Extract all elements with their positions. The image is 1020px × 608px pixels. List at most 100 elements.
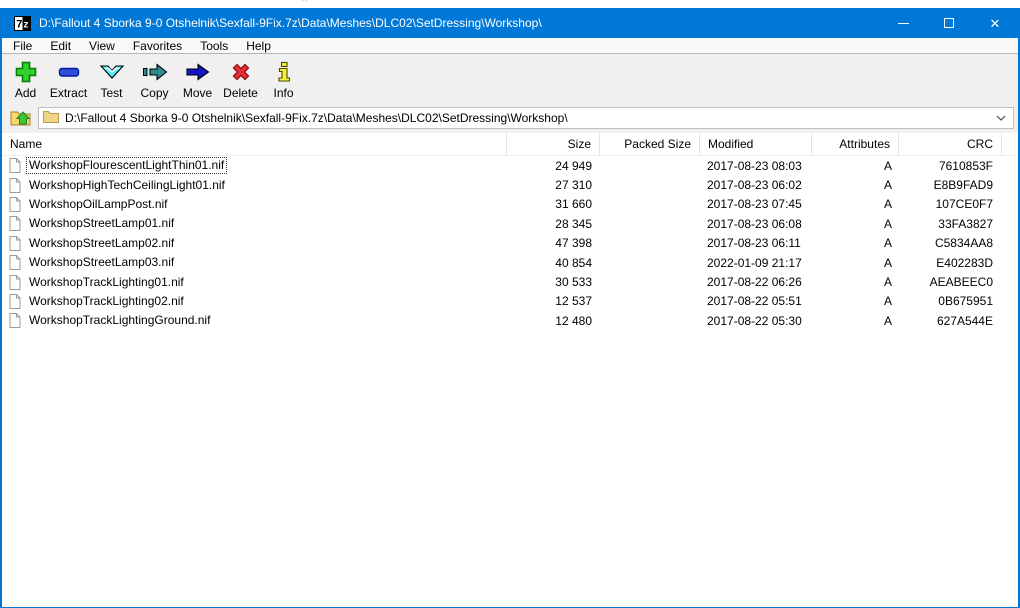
file-list: NameSizePacked SizeModifiedAttributesCRC… (2, 133, 1018, 606)
menu-item-file[interactable]: File (4, 38, 41, 54)
file-crc: AEABEEC0 (899, 275, 1002, 289)
file-icon (9, 158, 21, 173)
move-button[interactable]: Move (176, 57, 219, 100)
column-header-packed-size[interactable]: Packed Size (600, 133, 700, 155)
7z-logo-icon: 7 z (14, 16, 31, 31)
file-crc: 627A544E (899, 314, 1002, 328)
menu-item-view[interactable]: View (80, 38, 124, 54)
file-row[interactable]: WorkshopStreetLamp03.nif 40 854 2022-01-09… (2, 253, 1018, 272)
file-size: 27 310 (507, 178, 600, 192)
file-icon (9, 313, 21, 328)
toolbar-button-label: Info (273, 86, 293, 100)
file-crc: E402283D (899, 256, 1002, 270)
file-size: 30 533 (507, 275, 600, 289)
toolbar-button-label: Move (183, 86, 212, 100)
file-row[interactable]: WorkshopFlourescentLightThin01.nif24 949… (2, 156, 1018, 175)
maximize-button[interactable] (926, 8, 972, 38)
file-row[interactable]: WorkshopTrackLighting01.nif30 5332017-08… (2, 272, 1018, 291)
file-name-cell: WorkshopFlourescentLightThin01.nif (2, 157, 507, 174)
file-name-cell: WorkshopStreetLamp02.nif (2, 235, 507, 252)
file-name: WorkshopTrackLighting01.nif (26, 274, 187, 291)
menu-item-help[interactable]: Help (237, 38, 280, 54)
file-modified: 2017-08-23 07:45 (700, 197, 812, 211)
delete-button[interactable]: Delete (219, 57, 262, 100)
column-header-modified[interactable]: Modified (700, 133, 812, 155)
file-modified: 2022-01-09 21:17 (700, 256, 812, 270)
file-row[interactable]: WorkshopStreetLamp02.nif47 3982017-08-23… (2, 234, 1018, 253)
move-arrow-icon (184, 59, 212, 85)
menu-item-tools[interactable]: Tools (191, 38, 237, 54)
menu-item-favorites[interactable]: Favorites (124, 38, 191, 54)
column-header-attributes[interactable]: Attributes (812, 133, 899, 155)
extract-minus-icon (57, 59, 81, 85)
file-row[interactable]: WorkshopHighTechCeilingLight01.nif27 310… (2, 175, 1018, 194)
file-size: 12 480 (507, 314, 600, 328)
file-icon (9, 216, 21, 231)
file-attributes: A (812, 314, 899, 328)
file-attributes: A (812, 275, 899, 289)
file-size: 24 949 (507, 159, 600, 173)
file-name: WorkshopTrackLightingGround.nif (26, 312, 213, 329)
column-header-row: NameSizePacked SizeModifiedAttributesCRC (2, 133, 1018, 156)
file-name: WorkshopOilLampPost.nif (26, 196, 171, 213)
toolbar-button-label: Test (100, 86, 122, 100)
address-bar: D:\Fallout 4 Sborka 9-0 Otshelnik\Sexfal… (2, 103, 1018, 133)
info-button[interactable]: Info (262, 57, 305, 100)
file-crc: E8B9FAD9 (899, 178, 1002, 192)
file-icon (9, 236, 21, 251)
test-check-icon (99, 59, 125, 85)
close-button[interactable]: ✕ (972, 8, 1018, 38)
minimize-button[interactable] (880, 8, 926, 38)
toolbar-button-label: Copy (140, 86, 168, 100)
file-name: WorkshopStreetLamp01.nif (26, 215, 177, 232)
menu-item-edit[interactable]: Edit (41, 38, 80, 54)
file-row[interactable]: WorkshopStreetLamp01.nif28 3452017-08-23… (2, 214, 1018, 233)
file-size: 40 854 (507, 256, 600, 270)
file-name-cell: WorkshopStreetLamp03.nif (2, 254, 507, 271)
test-button[interactable]: Test (90, 57, 133, 100)
file-attributes: A (812, 178, 899, 192)
file-crc: 7610853F (899, 159, 1002, 173)
file-row[interactable]: WorkshopOilLampPost.nif31 6602017-08-23 … (2, 195, 1018, 214)
extract-button[interactable]: Extract (47, 57, 90, 100)
column-header-size[interactable]: Size (507, 133, 600, 155)
add-button[interactable]: Add (4, 57, 47, 100)
menu-bar: FileEditViewFavoritesToolsHelp (2, 38, 1018, 54)
file-icon (9, 178, 21, 193)
file-name-cell: WorkshopTrackLightingGround.nif (2, 312, 507, 329)
file-row[interactable]: WorkshopTrackLighting02.nif12 5372017-08… (2, 292, 1018, 311)
minimize-icon (898, 23, 909, 24)
toolbar-button-label: Delete (223, 86, 258, 100)
file-name-cell: WorkshopTrackLighting01.nif (2, 274, 507, 291)
address-combobox[interactable]: D:\Fallout 4 Sborka 9-0 Otshelnik\Sexfal… (38, 107, 1014, 129)
file-crc: C5834AA8 (899, 236, 1002, 250)
maximize-icon (944, 18, 954, 28)
delete-x-icon (229, 59, 253, 85)
file-attributes: A (812, 197, 899, 211)
background-strip: ⌃ (0, 0, 1020, 8)
column-header-name[interactable]: Name (2, 133, 507, 155)
column-header-crc[interactable]: CRC (899, 133, 1002, 155)
copy-button[interactable]: Copy (133, 57, 176, 100)
folder-up-icon (10, 108, 32, 129)
file-name: WorkshopStreetLamp03.nif (26, 254, 177, 271)
chevron-down-icon[interactable] (993, 115, 1009, 121)
file-name-cell: WorkshopHighTechCeilingLight01.nif (2, 177, 507, 194)
toolbar-button-label: Add (15, 86, 36, 100)
file-attributes: A (812, 159, 899, 173)
file-size: 28 345 (507, 217, 600, 231)
up-one-level-button[interactable] (6, 106, 36, 130)
file-rows: WorkshopFlourescentLightThin01.nif24 949… (2, 156, 1018, 331)
file-name-cell: WorkshopTrackLighting02.nif (2, 293, 507, 310)
file-name: WorkshopTrackLighting02.nif (26, 293, 187, 310)
file-crc: 33FA3827 (899, 217, 1002, 231)
file-size: 47 398 (507, 236, 600, 250)
file-row[interactable]: WorkshopTrackLightingGround.nif12 480201… (2, 311, 1018, 330)
svg-text:7: 7 (16, 18, 22, 30)
add-plus-icon (14, 59, 38, 85)
file-crc: 0B675951 (899, 294, 1002, 308)
file-name-cell: WorkshopStreetLamp01.nif (2, 215, 507, 232)
info-icon (272, 59, 296, 85)
file-icon (9, 255, 21, 270)
file-modified: 2017-08-22 05:51 (700, 294, 812, 308)
